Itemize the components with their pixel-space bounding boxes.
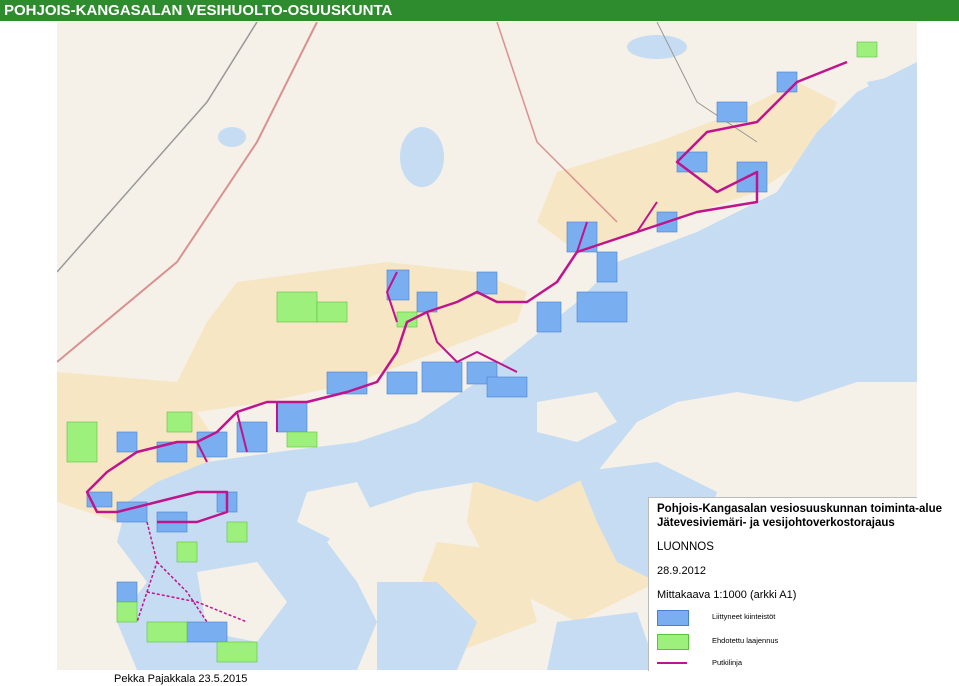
small-lake: [627, 35, 687, 59]
legend-swatch-connected: [657, 610, 689, 626]
small-lake: [218, 127, 246, 147]
legend-status: LUONNOS: [657, 541, 714, 553]
legend-subtitle: Jätevesiviemäri- ja vesijohtoverkostoraj…: [657, 517, 895, 529]
legend-label-pipeline: Putkilinja: [712, 658, 743, 667]
legend-scale: Mittakaava 1:1000 (arkki A1): [657, 589, 797, 601]
author-credit: Pekka Pajakkala 23.5.2015: [114, 673, 248, 685]
legend-label-proposed: Ehdotettu laajennus: [712, 636, 779, 645]
legend-swatch-pipeline: [657, 662, 687, 664]
legend-date: 28.9.2012: [657, 565, 706, 577]
legend-label-connected: Liittyneet kiinteistöt: [712, 612, 776, 621]
page-title: POHJOIS-KANGASALAN VESIHUOLTO-OSUUSKUNTA: [0, 0, 959, 21]
map-legend: Pohjois-Kangasalan vesiosuuskunnan toimi…: [648, 497, 942, 671]
small-lake: [400, 127, 444, 187]
legend-title: Pohjois-Kangasalan vesiosuuskunnan toimi…: [657, 503, 943, 515]
legend-swatch-proposed: [657, 634, 689, 650]
